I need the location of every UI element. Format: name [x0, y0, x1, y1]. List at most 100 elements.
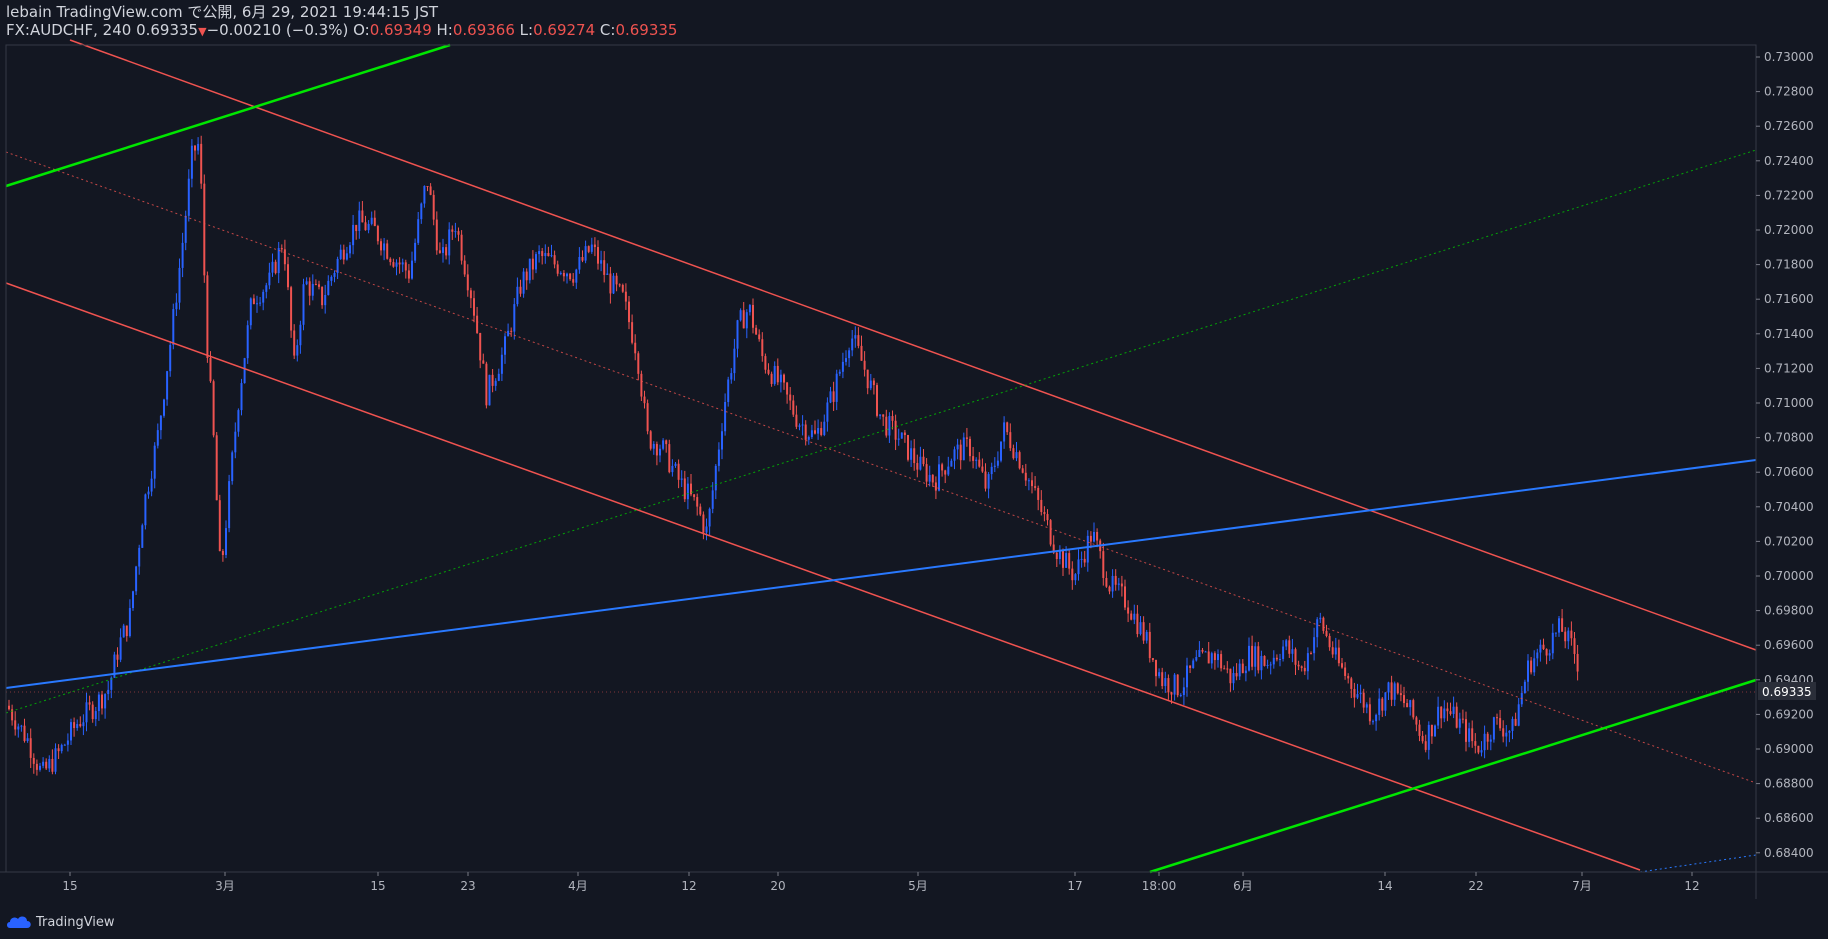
footer-brand: TradingView: [36, 914, 115, 930]
candle-body: [26, 738, 29, 741]
candle-body: [1260, 655, 1263, 671]
candle-body: [956, 444, 959, 450]
candle-body: [358, 210, 361, 231]
candle-body: [268, 272, 271, 286]
candle-body: [1306, 653, 1309, 672]
candle-body: [460, 234, 463, 261]
candle-body: [1102, 551, 1105, 578]
candle-body: [339, 249, 342, 259]
candle-body: [1089, 535, 1092, 542]
candle-body: [432, 194, 435, 220]
price-axis[interactable]: 0.73000 0.72800 0.72600 0.72400 0.72200 0.720…: [1756, 50, 1814, 860]
candle-body: [327, 280, 330, 296]
candle-body: [91, 704, 94, 720]
candle-body: [1179, 695, 1182, 697]
x-tick-label: 23: [460, 879, 475, 893]
candle-body: [817, 428, 820, 434]
candle-body: [1189, 665, 1192, 669]
candle-body: [1217, 654, 1219, 661]
candle-body: [773, 365, 776, 384]
candle-body: [500, 354, 503, 374]
candle-body: [97, 694, 100, 712]
x-tick-label: 12: [1684, 879, 1699, 893]
candle-body: [1272, 657, 1275, 665]
candle-body: [668, 444, 671, 473]
candle-body: [228, 481, 231, 529]
candle-body: [553, 255, 556, 265]
candle-body: [938, 464, 940, 491]
x-tick-label: 17: [1067, 879, 1082, 893]
candle-body: [190, 145, 193, 179]
price-chart[interactable]: 0.73000 0.72800 0.72600 0.72400 0.72200 0.720…: [0, 0, 1828, 905]
candle-body: [1573, 638, 1576, 654]
y-tick-label: 0.71400: [1764, 327, 1814, 341]
candle-body: [1399, 693, 1402, 696]
candle-body: [969, 438, 971, 457]
candle-body: [1558, 618, 1560, 633]
y-tick-label: 0.72800: [1764, 85, 1814, 99]
candle-body: [1223, 668, 1226, 670]
candle-body: [1353, 688, 1356, 698]
y-tick-label: 0.73000: [1764, 50, 1814, 64]
candle-body: [745, 312, 748, 329]
candle-body: [1114, 575, 1117, 585]
candle-body: [290, 287, 293, 331]
blue-trendline[interactable]: [5, 459, 1757, 689]
candle-body: [714, 465, 717, 491]
y-tick-label: 0.71000: [1764, 396, 1814, 410]
x-tick-label: 14: [1377, 879, 1392, 893]
candle-body: [1229, 668, 1232, 684]
green-dotted-line[interactable]: [5, 149, 1757, 714]
candle-body: [144, 494, 147, 526]
channel-lower-line[interactable]: [5, 282, 1641, 871]
candle-body: [1251, 645, 1254, 667]
candle-body: [801, 424, 804, 426]
candle-body: [349, 245, 351, 254]
candle-body: [1201, 649, 1204, 652]
candle-body: [628, 301, 630, 323]
candle-body: [885, 416, 888, 436]
candle-body: [916, 463, 919, 470]
x-tick-label: 15: [370, 879, 385, 893]
candle-body: [730, 373, 733, 380]
candle-body: [1238, 663, 1241, 677]
candle-body: [1455, 706, 1458, 728]
green-line-upper[interactable]: [5, 43, 451, 188]
candle-body: [894, 420, 897, 440]
tradingview-logo[interactable]: TradingView: [6, 915, 115, 930]
candle-body: [1542, 644, 1545, 650]
candle-body: [792, 400, 795, 415]
candle-body: [364, 222, 367, 231]
candle-body: [1083, 558, 1086, 563]
candle-body: [479, 332, 482, 361]
candle-body: [1384, 692, 1387, 711]
candle-body: [181, 242, 184, 268]
y-tick-label: 0.68600: [1764, 811, 1814, 825]
candle-body: [150, 478, 153, 492]
channel-midline[interactable]: [5, 151, 1757, 784]
y-tick-label: 0.72200: [1764, 188, 1814, 202]
time-axis[interactable]: 15 3月 15 23 4月 12 20 5月 17 18:00 6月 14 22 7月 12: [62, 872, 1700, 893]
candle-body: [287, 264, 289, 288]
candle-body: [569, 273, 572, 280]
candle-body: [352, 224, 355, 246]
candle-body: [469, 290, 472, 299]
candle-body: [76, 724, 79, 729]
candle-body: [259, 302, 262, 304]
blue-dotted-line[interactable]: [1639, 854, 1757, 873]
candle-body: [1000, 441, 1002, 461]
candle-body: [820, 428, 823, 435]
candle-body: [116, 654, 119, 660]
candle-body: [1418, 724, 1421, 736]
channel-upper-line[interactable]: [69, 39, 1757, 651]
candle-body: [1136, 613, 1139, 635]
candle-body: [1492, 717, 1495, 740]
candle-body: [194, 145, 196, 151]
candle-body: [166, 371, 169, 400]
candle-body: [758, 334, 761, 340]
candle-body: [1561, 618, 1564, 632]
candle-body: [1548, 653, 1551, 656]
candle-body: [1533, 658, 1536, 673]
candle-body: [578, 257, 581, 270]
candle-body: [8, 705, 10, 710]
